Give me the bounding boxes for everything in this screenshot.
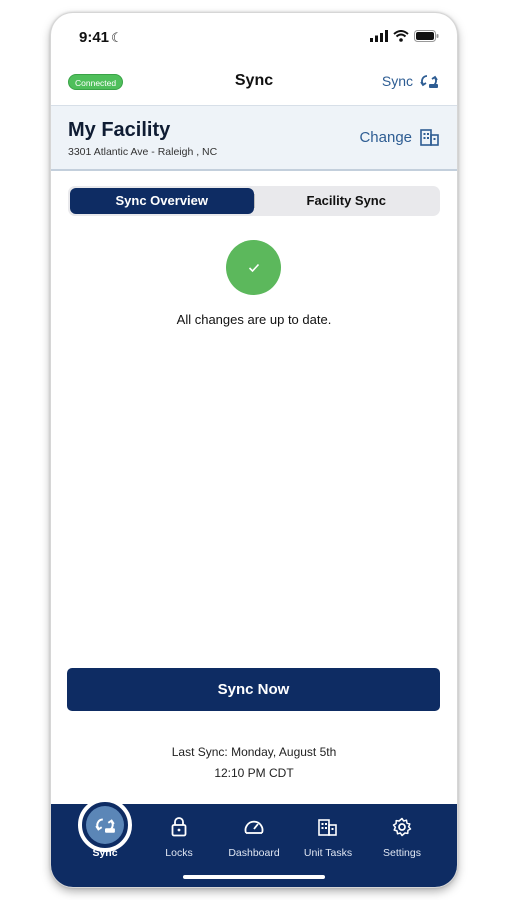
facility-bar: My Facility 3301 Atlantic Ave - Raleigh … (51, 105, 457, 171)
phone-screen: 9:41 ☾ Connected Sync Sync My Facility 3… (51, 13, 457, 887)
status-time-text: 9:41 (79, 29, 110, 46)
tab-dashboard-label: Dashboard (228, 847, 280, 859)
tab-sync-bubble-inner (86, 806, 124, 844)
last-sync-time: 12:10 PM CDT (214, 766, 294, 780)
battery-icon (414, 30, 439, 42)
home-indicator (183, 875, 325, 879)
checkmark-icon (248, 263, 259, 272)
tab-unit-tasks[interactable]: Unit Tasks (291, 814, 365, 859)
tab-dashboard[interactable]: Dashboard (217, 814, 291, 859)
signal-icon (370, 30, 388, 42)
gear-icon (365, 814, 439, 840)
lock-icon (142, 814, 216, 840)
change-facility-label: Change (359, 128, 412, 146)
tab-settings[interactable]: Settings (365, 814, 439, 859)
tab-facility-sync[interactable]: Facility Sync (255, 188, 439, 214)
tab-unit-tasks-label: Unit Tasks (303, 847, 353, 859)
change-facility-button[interactable]: Change (359, 128, 440, 146)
building-icon (420, 129, 439, 146)
last-sync-date: Last Sync: Monday, August 5th (171, 745, 337, 759)
last-sync-info: Last Sync: Monday, August 5th 12:10 PM C… (51, 742, 457, 784)
status-time: 9:41 ☾ (79, 29, 123, 46)
sync-icon (420, 75, 438, 88)
sync-icon (95, 818, 115, 833)
connection-status-badge: Connected (68, 74, 124, 90)
segmented-control: Sync Overview Facility Sync (68, 186, 440, 216)
up-to-date-indicator (226, 240, 281, 295)
tab-sync[interactable]: Sync (68, 798, 142, 859)
facility-name: My Facility (68, 119, 171, 141)
tab-settings-label: Settings (383, 847, 421, 859)
tab-locks-label: Locks (165, 847, 193, 859)
facility-address: 3301 Atlantic Ave - Raleigh , NC (68, 146, 218, 158)
tab-locks[interactable]: Locks (142, 814, 216, 859)
gauge-icon (217, 814, 291, 840)
header: Connected Sync Sync (51, 63, 457, 105)
header-sync-button[interactable]: Sync (382, 73, 439, 89)
moon-icon: ☾ (111, 30, 123, 45)
tab-sync-bubble (78, 798, 132, 852)
building-icon (291, 814, 365, 840)
status-message: All changes are up to date. (176, 312, 332, 327)
status-bar: 9:41 ☾ (51, 13, 457, 63)
header-sync-label: Sync (381, 73, 413, 89)
sync-now-button[interactable]: Sync Now (67, 668, 440, 711)
status-icons (370, 30, 439, 42)
wifi-icon (393, 30, 409, 42)
tab-sync-overview[interactable]: Sync Overview (70, 188, 254, 214)
